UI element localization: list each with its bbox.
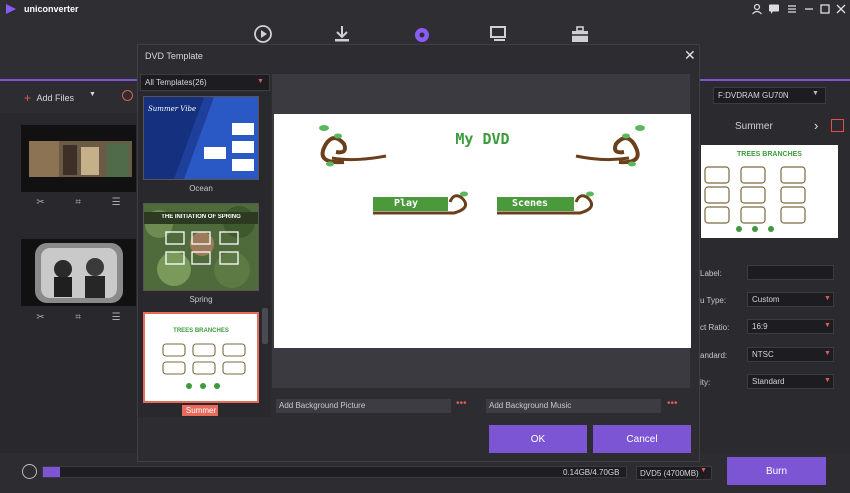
tv-standard-label: andard: (700, 351, 728, 360)
video-tools-1: ✂ ⌗ ☰ (21, 193, 136, 211)
menu-type-label: u Type: (700, 296, 727, 305)
video-tools-2: ✂ ⌗ ☰ (21, 308, 136, 326)
template-ocean[interactable]: Summer Vibe (143, 96, 259, 180)
template-banner: Summer Vibe (148, 105, 197, 113)
quality-select[interactable]: Standard (747, 374, 834, 389)
menu-icon[interactable] (786, 3, 798, 15)
edit-template-icon[interactable] (831, 119, 844, 132)
user-icon[interactable] (751, 3, 763, 15)
disc-label-input[interactable] (747, 265, 834, 280)
convert-icon[interactable] (253, 24, 273, 44)
current-template-name: Summer (735, 121, 773, 132)
download-icon[interactable] (332, 24, 352, 44)
chevron-down-icon[interactable]: ▼ (824, 350, 831, 357)
background-picture-input[interactable]: Add Background Picture (276, 399, 451, 413)
preview-scenes-button[interactable]: Scenes (497, 198, 563, 209)
template-spring[interactable]: The initiation of spring (143, 203, 259, 291)
template-name-spring: Spring (189, 295, 213, 304)
menu-type-select[interactable]: Custom (747, 292, 834, 307)
template-banner: The initiation of spring (161, 214, 241, 220)
add-files-label: Add Files (36, 93, 75, 103)
effects-icon[interactable]: ☰ (112, 312, 121, 323)
burn-disc-icon[interactable] (412, 24, 432, 44)
disc-capacity-text: 0.14GB/4.70GB (563, 468, 620, 477)
chevron-down-icon[interactable]: ▼ (824, 295, 831, 302)
ok-button[interactable]: OK (489, 425, 587, 453)
close-icon[interactable]: ✕ (684, 47, 696, 64)
transfer-icon[interactable] (488, 24, 508, 44)
schedule-icon[interactable] (22, 464, 37, 479)
template-list-scrollbar[interactable] (262, 308, 268, 344)
disc-capacity-fill (43, 467, 60, 477)
effects-icon[interactable]: ☰ (112, 197, 121, 208)
template-name-ocean: Ocean (189, 184, 213, 193)
template-filter-select[interactable]: All Templates(26) (140, 74, 270, 91)
template-preview-thumbnail: TREES BRANCHES (701, 145, 838, 238)
template-name-summer: Summer (185, 406, 217, 415)
toolbox-icon[interactable] (570, 24, 590, 44)
add-files-dropdown-icon[interactable]: ▼ (89, 91, 96, 98)
dialog-title: DVD Template (145, 51, 203, 61)
maximize-icon[interactable] (819, 3, 831, 15)
preview-play-button[interactable]: Play (373, 198, 439, 209)
browse-music-icon[interactable]: ••• (667, 398, 678, 409)
aspect-ratio-select[interactable]: 16:9 (747, 319, 834, 334)
disc-capacity-bar (42, 466, 627, 478)
burn-button[interactable]: Burn (727, 457, 826, 485)
disc-label-label: Label: (700, 269, 722, 278)
logo-icon (6, 4, 16, 14)
app-name: uniconverter (24, 4, 79, 14)
chevron-down-icon[interactable]: ▼ (812, 90, 819, 97)
chevron-down-icon[interactable]: ▼ (824, 377, 831, 384)
aspect-ratio-label: ct Ratio: (700, 323, 730, 332)
load-disc-icon[interactable] (122, 90, 133, 101)
browse-picture-icon[interactable]: ••• (456, 398, 467, 409)
cancel-button[interactable]: Cancel (593, 425, 691, 453)
feedback-icon[interactable] (768, 3, 780, 15)
chevron-down-icon[interactable]: ▼ (257, 78, 264, 85)
template-summer[interactable]: TREES BRANCHES (143, 312, 259, 403)
chevron-down-icon[interactable]: ▼ (700, 467, 707, 474)
next-template-icon[interactable]: › (814, 118, 818, 133)
minimize-icon[interactable] (803, 3, 815, 15)
video-thumbnail-1[interactable] (21, 125, 136, 192)
trim-icon[interactable]: ✂ (36, 197, 44, 208)
template-preview-canvas: My DVD Play Scenes (274, 114, 691, 348)
close-window-icon[interactable] (835, 3, 847, 15)
quality-label: ity: (700, 378, 711, 387)
plus-icon: + (24, 91, 32, 105)
add-files-button[interactable]: + Add Files (24, 90, 75, 105)
crop-icon[interactable]: ⌗ (75, 197, 81, 208)
background-music-input[interactable]: Add Background Music (486, 399, 661, 413)
trim-icon[interactable]: ✂ (36, 312, 44, 323)
video-thumbnail-2[interactable] (21, 239, 136, 306)
crop-icon[interactable]: ⌗ (75, 312, 81, 323)
tv-standard-select[interactable]: NTSC (747, 347, 834, 362)
drive-select[interactable]: F:DVDRAM GU70N (713, 87, 826, 104)
chevron-down-icon[interactable]: ▼ (824, 322, 831, 329)
preview-title: My DVD (455, 130, 510, 148)
